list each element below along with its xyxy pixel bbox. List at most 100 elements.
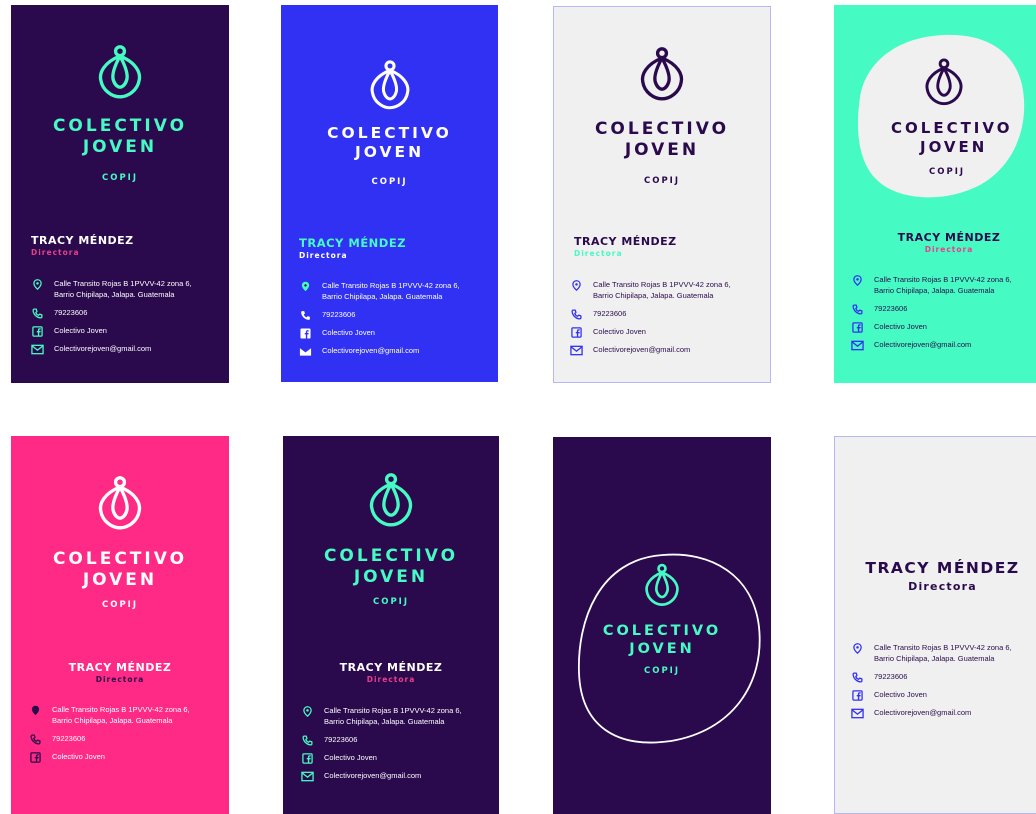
business-card-2: COLECTIVO JOVEN COPIJ TRACY MÉNDEZ Direc… <box>281 5 498 382</box>
brand-acronym: COPIJ <box>643 666 681 677</box>
facebook-name: Colectivo Joven <box>874 689 927 699</box>
drop-logo-icon <box>638 45 686 103</box>
drop-logo-icon <box>643 562 681 608</box>
logo-block: COLECTIVO JOVEN COPIJ <box>553 562 771 676</box>
brand-acronym: COPIJ <box>372 596 410 607</box>
contact-list: Calle Transito Rojas B 1PVVV-42 zona 6, B… <box>851 275 1012 358</box>
person-role: Directora <box>366 675 416 684</box>
email-address: Colectivorejoven@gmail.com <box>874 707 972 717</box>
brand-line2: JOVEN <box>920 137 988 156</box>
location-pin-icon <box>29 705 42 716</box>
address-row: Calle Transito Rojas B 1PVVV-42 zona 6, B… <box>570 280 731 302</box>
brand-line1: COLECTIVO <box>327 124 452 142</box>
person-block: TRACY MÉNDEZ Directora <box>283 661 499 684</box>
email-address: Colectivorejoven@gmail.com <box>54 343 152 353</box>
email-address: Colectivorejoven@gmail.com <box>324 770 422 780</box>
brand-acronym: COPIJ <box>929 166 966 177</box>
business-card-6: COLECTIVO JOVEN COPIJ TRACY MÉNDEZ Direc… <box>283 436 499 814</box>
brand-line1: COLECTIVO <box>891 119 1013 137</box>
mail-icon <box>299 346 312 357</box>
email-address: Colectivorejoven@gmail.com <box>593 344 691 354</box>
business-card-5: COLECTIVO JOVEN COPIJ TRACY MÉNDEZ Direc… <box>11 436 229 814</box>
logo-block: COLECTIVO JOVEN COPIJ <box>11 474 229 610</box>
business-card-3: COLECTIVO JOVEN COPIJ TRACY MÉNDEZ Direc… <box>553 6 771 383</box>
email-row: Colectivorejoven@gmail.com <box>299 346 460 357</box>
phone-row: 79223606 <box>851 304 1012 315</box>
phone-number: 79223606 <box>874 671 908 681</box>
phone-number: 79223606 <box>874 303 908 313</box>
contact-list: Calle Transito Rojas B 1PVVV-42 zona 6, B… <box>851 643 1012 726</box>
phone-icon <box>299 310 312 321</box>
address-row: Calle Transito Rojas B 1PVVV-42 zona 6, B… <box>299 281 460 303</box>
facebook-icon <box>301 753 314 764</box>
address-row: Calle Transito Rojas B 1PVVV-42 zona 6, B… <box>301 706 462 728</box>
logo-block: COLECTIVO JOVEN COPIJ <box>283 471 499 607</box>
logo-block: COLECTIVO JOVEN COPIJ <box>11 44 229 183</box>
logo-block: COLECTIVO JOVEN COPIJ <box>834 57 1036 177</box>
brand-line1: COLECTIVO <box>52 549 188 569</box>
facebook-row: Colectivo Joven <box>851 322 1012 333</box>
drop-logo-icon <box>368 59 412 111</box>
brand-line1: COLECTIVO <box>323 546 459 566</box>
facebook-row: Colectivo Joven <box>301 753 462 764</box>
address-line2: Barrio Chipilapa, Jalapa. Guatemala <box>874 653 995 663</box>
address-row: Calle Transito Rojas B 1PVVV-42 zona 6, B… <box>851 275 1012 297</box>
phone-row: 79223606 <box>301 735 462 746</box>
phone-number: 79223606 <box>54 307 88 317</box>
address-row: Calle Transito Rojas B 1PVVV-42 zona 6, B… <box>851 643 1012 665</box>
facebook-row: Colectivo Joven <box>31 326 192 337</box>
contact-list: Calle Transito Rojas B 1PVVV-42 zona 6, B… <box>31 279 192 362</box>
facebook-name: Colectivo Joven <box>54 325 107 335</box>
facebook-name: Colectivo Joven <box>324 752 377 762</box>
person-role: Directora <box>908 580 977 593</box>
facebook-name: Colectivo Joven <box>593 326 646 336</box>
person-role: Directora <box>924 245 974 254</box>
phone-row: 79223606 <box>299 310 460 321</box>
brand-line2: JOVEN <box>82 137 158 158</box>
phone-icon <box>570 309 583 320</box>
contact-list: Calle Transito Rojas B 1PVVV-42 zona 6, B… <box>29 705 190 770</box>
phone-number: 79223606 <box>322 309 356 319</box>
location-pin-icon <box>31 279 44 290</box>
address-line2: Barrio Chipilapa, Jalapa. Guatemala <box>54 289 175 299</box>
location-pin-icon <box>851 275 864 286</box>
address-row: Calle Transito Rojas B 1PVVV-42 zona 6, B… <box>29 705 190 727</box>
location-pin-icon <box>301 706 314 717</box>
email-row: Colectivorejoven@gmail.com <box>851 708 1012 719</box>
drop-logo-icon <box>96 474 144 532</box>
brand-line2: JOVEN <box>353 567 429 588</box>
mail-icon <box>570 345 583 356</box>
facebook-row: Colectivo Joven <box>570 327 731 338</box>
address-line1: Calle Transito Rojas B 1PVVV-42 zona 6, <box>54 279 192 288</box>
facebook-row: Colectivo Joven <box>29 752 190 763</box>
phone-number: 79223606 <box>324 734 358 744</box>
facebook-icon <box>851 322 864 333</box>
person-name: TRACY MÉNDEZ <box>68 661 172 674</box>
phone-icon <box>29 734 42 745</box>
email-row: Colectivorejoven@gmail.com <box>31 344 192 355</box>
location-pin-icon <box>570 280 583 291</box>
address-line2: Barrio Chipilapa, Jalapa. Guatemala <box>52 715 173 725</box>
business-card-4: COLECTIVO JOVEN COPIJ TRACY MÉNDEZ Direc… <box>834 5 1036 383</box>
contact-list: Calle Transito Rojas B 1PVVV-42 zona 6, B… <box>570 280 731 363</box>
person-name: TRACY MÉNDEZ <box>339 661 443 674</box>
brand-line1: COLECTIVO <box>602 623 722 639</box>
facebook-icon <box>299 328 312 339</box>
mail-icon <box>851 340 864 351</box>
location-pin-icon <box>851 643 864 654</box>
person-name: TRACY MÉNDEZ <box>574 235 677 248</box>
address-row: Calle Transito Rojas B 1PVVV-42 zona 6, B… <box>31 279 192 301</box>
person-role: Directora <box>299 251 348 260</box>
logo-block: COLECTIVO JOVEN COPIJ <box>281 59 498 187</box>
brand-line2: JOVEN <box>354 143 425 162</box>
facebook-name: Colectivo Joven <box>322 327 375 337</box>
phone-row: 79223606 <box>29 734 190 745</box>
logo-block: COLECTIVO JOVEN COPIJ <box>554 45 770 186</box>
mail-icon <box>31 344 44 355</box>
address-line1: Calle Transito Rojas B 1PVVV-42 zona 6, <box>52 705 190 714</box>
person-role: Directora <box>574 249 623 258</box>
person-role: Directora <box>95 675 145 684</box>
phone-row: 79223606 <box>570 309 731 320</box>
contact-list: Calle Transito Rojas B 1PVVV-42 zona 6, B… <box>299 281 460 364</box>
address-line1: Calle Transito Rojas B 1PVVV-42 zona 6, <box>324 706 462 715</box>
